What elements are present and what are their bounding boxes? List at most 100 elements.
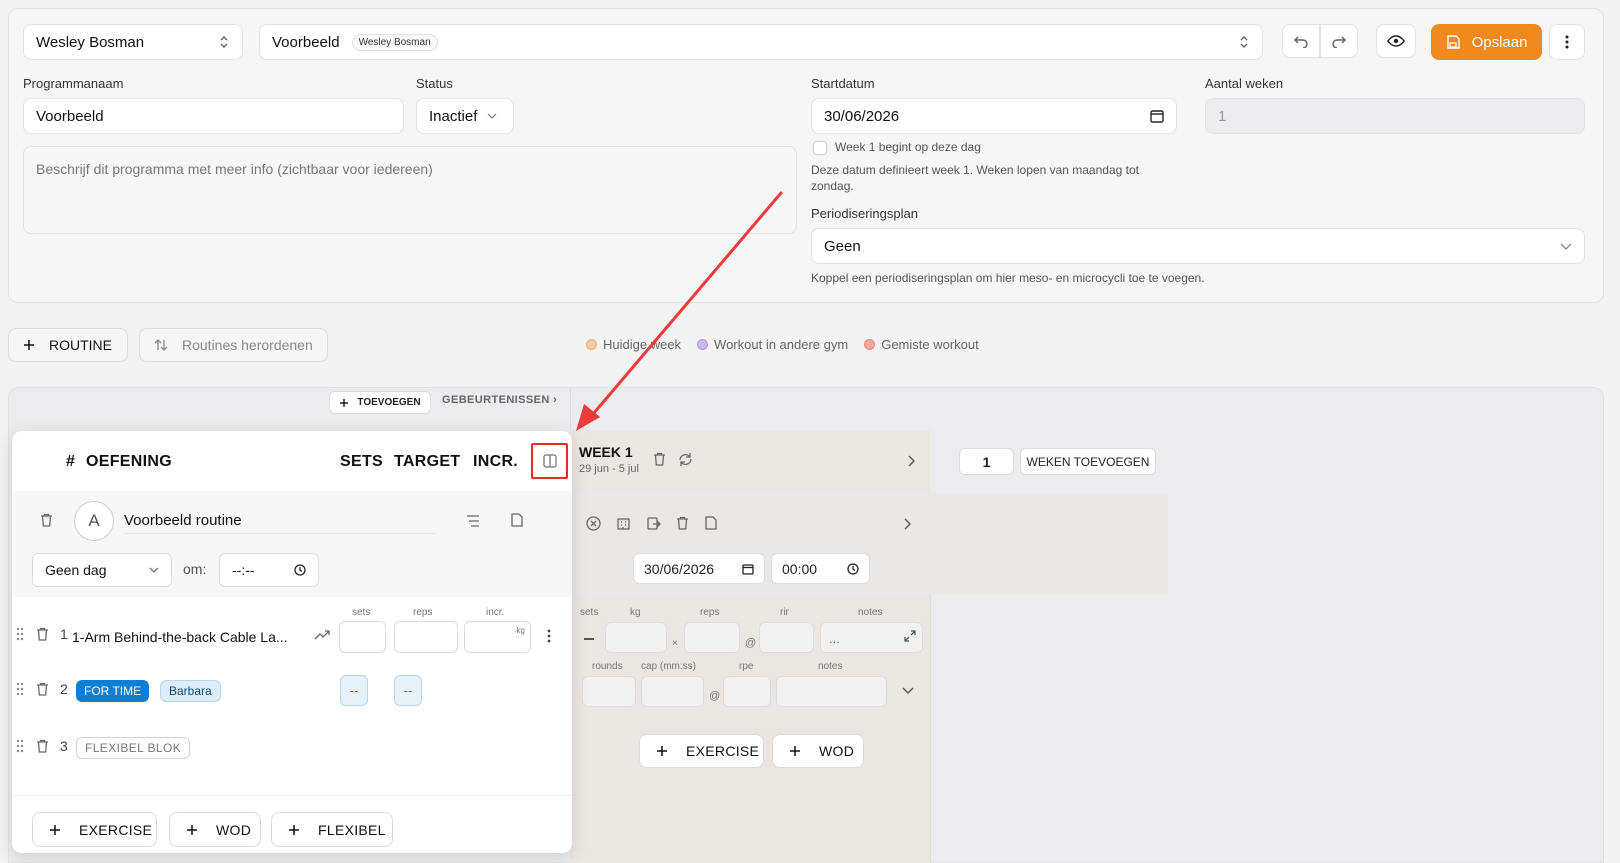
start-date-input[interactable]: 30/06/2026	[811, 98, 1177, 134]
save-button[interactable]: Opslaan	[1431, 24, 1542, 60]
col-label-kg: kg	[630, 607, 641, 618]
calendar-icon	[742, 563, 754, 575]
day-time-input[interactable]: 00:00	[771, 553, 870, 584]
row-more-button[interactable]	[547, 629, 551, 643]
cap-input[interactable]	[641, 676, 704, 707]
add-wod-button[interactable]: WOD	[169, 812, 261, 847]
building-icon[interactable]	[616, 516, 631, 531]
weeks-count-input[interactable]: 1	[1205, 98, 1585, 134]
eye-icon	[1387, 35, 1405, 47]
time-at-label: om:	[183, 561, 207, 577]
add-event-button[interactable]: TOEVOEGEN	[329, 391, 431, 414]
status-select[interactable]: Inactief	[416, 98, 514, 134]
times-sign: ×	[672, 638, 678, 649]
events-link[interactable]: GEBEURTENISSEN ›	[442, 394, 557, 406]
drag-handle-icon[interactable]	[16, 627, 24, 641]
more-vertical-icon	[1565, 35, 1569, 49]
toggle-split-view-button[interactable]	[531, 443, 568, 479]
wod-sets-value[interactable]: --	[340, 675, 368, 706]
redo-button[interactable]	[1320, 24, 1358, 58]
export-icon[interactable]	[646, 516, 661, 531]
program-select-value: Voorbeeld	[272, 33, 340, 51]
wod-target-value[interactable]: --	[394, 675, 422, 706]
program-select[interactable]: Voorbeeld Wesley Bosman	[259, 24, 1263, 60]
chevron-down-icon	[149, 567, 159, 573]
rpe-input[interactable]	[723, 676, 771, 707]
periodization-select[interactable]: Geen	[811, 228, 1585, 264]
day-select[interactable]: Geen dag	[32, 553, 172, 587]
week-add-wod-button[interactable]: WOD	[772, 734, 864, 768]
weeks-to-add-input[interactable]: 1	[959, 448, 1014, 475]
sub-col-sets: sets	[352, 607, 371, 618]
routine-notes-button[interactable]	[510, 513, 524, 527]
user-select[interactable]: Wesley Bosman	[23, 24, 243, 60]
week1-start-checkbox[interactable]	[813, 141, 827, 155]
weeks-count-value: 1	[1218, 107, 1227, 125]
trash-icon[interactable]	[36, 682, 49, 696]
wod-name-chip[interactable]: Barbara	[160, 680, 221, 702]
routine-avatar[interactable]: A	[74, 501, 114, 541]
program-owner-chip: Wesley Bosman	[351, 33, 438, 51]
trash-icon	[653, 452, 666, 466]
close-circle-icon[interactable]	[586, 516, 601, 531]
plus-icon	[789, 745, 801, 757]
day-expand-chevron[interactable]	[904, 518, 911, 530]
delete-week-button[interactable]	[653, 452, 666, 466]
add-exercise-button[interactable]: EXERCISE	[32, 812, 157, 847]
wod-notes-input[interactable]	[776, 676, 887, 707]
kg-input[interactable]	[605, 622, 667, 653]
wod-type-tag[interactable]: FOR TIME	[76, 680, 150, 702]
week-expand-chevron[interactable]	[908, 455, 915, 467]
routine-name-input[interactable]: Voorbeeld routine	[124, 512, 436, 534]
incr-input[interactable]: kg	[464, 621, 531, 653]
col-label-cap: cap (mm:ss)	[641, 661, 696, 672]
drag-handle-icon[interactable]	[16, 682, 24, 696]
start-date-value: 30/06/2026	[824, 107, 900, 125]
note-icon[interactable]	[704, 516, 718, 531]
add-flexible-button[interactable]: FLEXIBEL	[271, 812, 393, 847]
trash-icon[interactable]	[36, 627, 49, 641]
progression-trend-icon[interactable]	[314, 629, 330, 641]
week-range: 29 jun - 5 jul	[579, 463, 639, 475]
periodization-label: Periodiseringsplan	[811, 206, 918, 221]
plus-icon	[656, 745, 668, 757]
add-routine-button[interactable]: ROUTINE	[8, 328, 128, 362]
chevron-down-icon	[487, 113, 497, 119]
reps-input[interactable]	[684, 622, 740, 653]
weeks-to-add-value: 1	[982, 453, 991, 470]
drag-handle-icon[interactable]	[16, 739, 24, 753]
rounds-input[interactable]	[582, 676, 636, 707]
week-title: WEEK 1	[579, 444, 633, 460]
sort-arrows-icon	[154, 338, 168, 352]
expand-notes-button[interactable]	[904, 630, 916, 642]
exercise-name[interactable]: 1-Arm Behind-the-back Cable La...	[72, 629, 288, 645]
reorder-routines-button[interactable]: Routines herordenen	[139, 328, 328, 362]
sets-input[interactable]	[339, 621, 386, 653]
undo-button[interactable]	[1282, 24, 1320, 58]
week-add-exercise-button[interactable]: EXERCISE	[639, 734, 764, 768]
more-menu-button[interactable]	[1549, 24, 1585, 60]
trash-icon[interactable]	[36, 739, 49, 753]
col-label-notes: notes	[858, 607, 883, 618]
target-input[interactable]	[394, 621, 458, 653]
wod-expand-chevron[interactable]	[902, 687, 914, 694]
periodization-help: Koppel een periodiseringsplan om hier me…	[811, 271, 1205, 285]
routine-description-button[interactable]	[466, 515, 480, 527]
legend-missed-workout: Gemiste workout	[864, 337, 979, 352]
expand-icon	[904, 630, 916, 642]
flexible-block-tag[interactable]: FLEXIBEL BLOK	[76, 737, 191, 759]
preview-button[interactable]	[1376, 24, 1416, 58]
undo-icon	[1293, 34, 1309, 48]
status-value: Inactief	[429, 107, 478, 125]
col-label-wod-notes: notes	[818, 661, 843, 672]
delete-routine-button[interactable]	[40, 513, 53, 527]
refresh-week-button[interactable]	[678, 452, 693, 467]
add-weeks-button[interactable]: WEKEN TOEVOEGEN	[1020, 448, 1156, 475]
program-name-input[interactable]: Voorbeeld	[23, 98, 404, 134]
routine-time-input[interactable]: --:--	[219, 553, 319, 587]
minus-icon[interactable]	[584, 638, 594, 640]
trash-icon[interactable]	[676, 516, 689, 531]
day-date-input[interactable]: 30/06/2026	[633, 553, 765, 584]
rir-input[interactable]	[759, 622, 814, 653]
routine-editor-panel: # OEFENING SETS TARGET INCR. A Voorbeeld…	[12, 431, 572, 853]
